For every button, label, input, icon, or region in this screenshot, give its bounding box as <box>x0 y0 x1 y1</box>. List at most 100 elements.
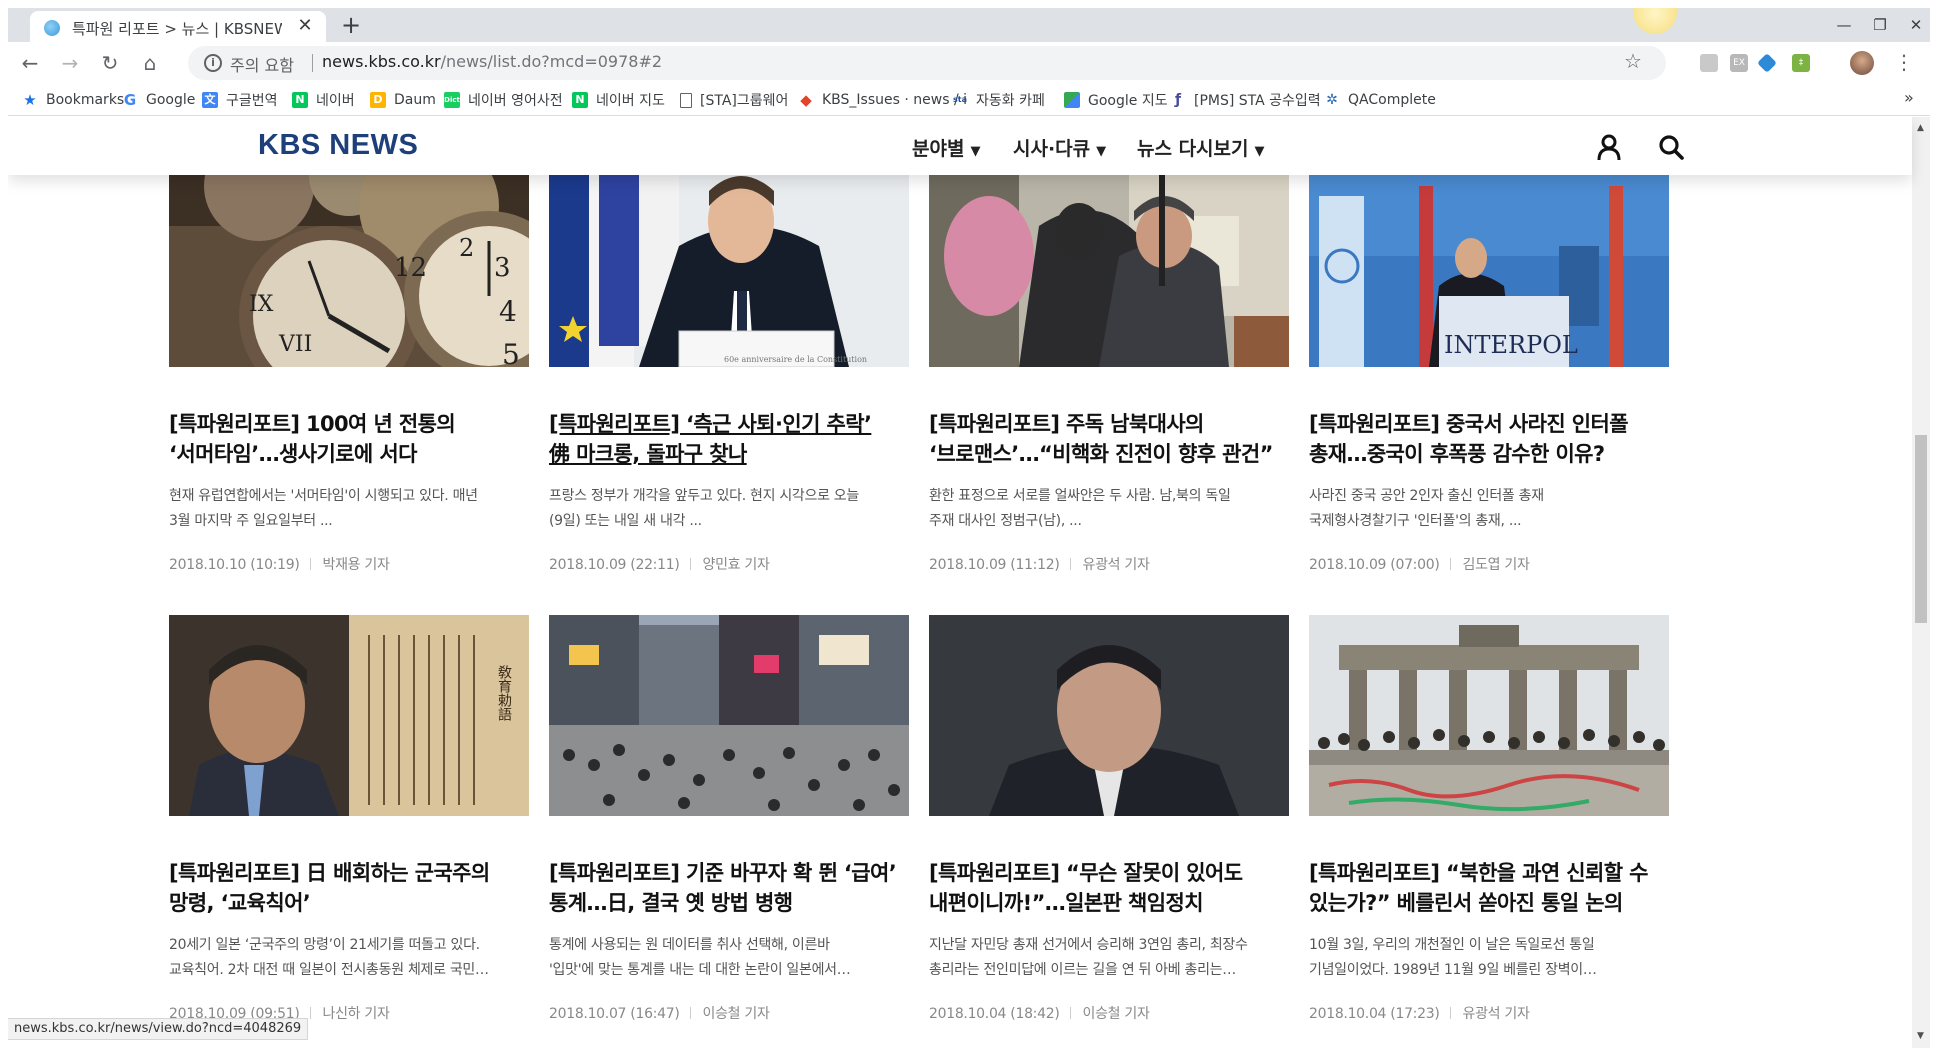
info-icon[interactable]: i <box>204 54 222 72</box>
article-date: 2018.10.04 (17:23) <box>1309 1006 1440 1022</box>
bookmark-item-google[interactable]: G Google <box>122 90 196 110</box>
article-thumbnail-embrace[interactable] <box>929 166 1289 367</box>
article-meta: 2018.10.09 (07:00) 김도엽 기자 <box>1309 554 1530 574</box>
scroll-down-icon[interactable]: ▼ <box>1917 1031 1924 1041</box>
title-line: 佛 마크롱, 돌파구 찾나 <box>549 442 747 466</box>
article-title[interactable]: [특파원리포트] “북한을 과연 신뢰할 수 있는가?” 베를린서 쏟아진 통일 … <box>1309 858 1681 918</box>
nav-current-affairs[interactable]: 시사·다큐 ▼ <box>1013 134 1106 161</box>
google-icon: G <box>123 91 137 109</box>
article-title[interactable]: [특파원리포트] 100여 년 전통의 ‘서머타임’…생사기로에 서다 <box>169 409 541 469</box>
site-header: KBS NEWS 분야별 ▼ 시사·다큐 ▼ 뉴스 다시보기 ▼ <box>8 117 1912 175</box>
article-thumbnail-clocks[interactable]: 12 2 3 4 5 IX VII <box>169 166 529 367</box>
bookmark-item-daum[interactable]: D Daum <box>370 90 436 110</box>
browser-toolbar: ← → ↻ ⌂ i 주의 요함 news.kbs.co.kr/news/list… <box>8 42 1930 84</box>
extension-diamond-icon[interactable] <box>1757 53 1777 73</box>
meta-divider <box>310 558 312 570</box>
user-icon[interactable] <box>1597 134 1621 160</box>
article-date: 2018.10.10 (10:19) <box>169 557 300 573</box>
page-scrollbar[interactable]: ▲ ▼ <box>1912 117 1930 1048</box>
kbs-news-logo[interactable]: KBS NEWS <box>258 129 418 162</box>
url-text[interactable]: news.kbs.co.kr/news/list.do?mcd=0978#2 <box>322 52 662 71</box>
bookmark-star-icon[interactable]: ☆ <box>1624 49 1642 73</box>
address-bar[interactable]: i 주의 요함 news.kbs.co.kr/news/list.do?mcd=… <box>188 46 1666 80</box>
article-summary: 프랑스 정부가 개각을 앞두고 있다. 현지 시각으로 오늘 (9일) 또는 내일… <box>549 484 909 534</box>
svg-text:2: 2 <box>459 234 474 262</box>
bookmarks-overflow-icon[interactable]: » <box>1904 88 1914 107</box>
article-title[interactable]: [특파원리포트] 기준 바꾸자 확 뛴 ‘급여’ 통계…日, 결국 옛 방법 병행 <box>549 858 921 918</box>
article-thumbnail-macron[interactable]: 60e anniversaire de la Constitution <box>549 166 909 367</box>
restore-button[interactable]: ❐ <box>1862 12 1898 38</box>
article-thumbnail-rescript[interactable]: 敎育勅語 <box>169 615 529 816</box>
article-thumbnail-berlin[interactable] <box>1309 615 1669 816</box>
nav-category[interactable]: 분야별 ▼ <box>912 134 980 161</box>
svg-text:4: 4 <box>499 295 517 328</box>
omnibox-divider <box>312 54 313 72</box>
bookmark-item-naver[interactable]: N 네이버 <box>292 90 355 110</box>
article-date: 2018.10.04 (18:42) <box>929 1006 1060 1022</box>
article-title[interactable]: [특파원리포트] 주독 남북대사의 ‘브로맨스’…“비핵화 진전이 향후 관건” <box>929 409 1301 469</box>
bookmark-item-bookmarks[interactable]: ★ Bookmarks <box>22 90 124 110</box>
dict-icon: Dict <box>444 92 460 108</box>
article-title[interactable]: [특파원리포트] 중국서 사라진 인터폴 총재…중국이 후폭풍 감수한 이유? <box>1309 409 1681 469</box>
forward-arrow-icon[interactable]: → <box>56 49 84 77</box>
back-arrow-icon[interactable]: ← <box>16 49 44 77</box>
url-path: /news/list.do?mcd=0978#2 <box>440 52 663 71</box>
security-warning[interactable]: 주의 요함 <box>230 52 294 76</box>
profile-avatar[interactable] <box>1850 51 1874 75</box>
home-icon[interactable]: ⌂ <box>136 49 164 77</box>
article-title[interactable]: [특파원리포트] “무슨 잘못이 있어도 내편이니까!”…일본판 책임정치 <box>929 858 1301 918</box>
bookmark-item-groupware[interactable]: [STA]그룹웨어 <box>680 90 788 110</box>
new-tab-button[interactable]: + <box>338 13 364 37</box>
article-reporter: 김도엽 기자 <box>1462 557 1530 573</box>
extension-ladder-icon[interactable]: ‡ <box>1792 54 1810 72</box>
minimize-button[interactable]: — <box>1826 12 1862 38</box>
image-caption: 60e anniversaire de la Constitution <box>724 355 867 364</box>
search-icon[interactable] <box>1658 134 1684 160</box>
summary-line: 현재 유럽연합에서는 '서머타임'이 시행되고 있다. 매년 <box>169 488 478 504</box>
article-summary: 사라진 중국 공안 2인자 출신 인터폴 총재 국제형사경찰기구 '인터폴'의 총… <box>1309 484 1669 534</box>
summary-line: 통계에 사용되는 원 데이터를 취사 선택해, 이른바 <box>549 937 830 953</box>
article-meta: 2018.10.09 (11:12) 유광석 기자 <box>929 554 1150 574</box>
nav-replay[interactable]: 뉴스 다시보기 ▼ <box>1137 134 1265 161</box>
bookmark-item-naver-map[interactable]: N 네이버 지도 <box>572 90 665 110</box>
meta-divider <box>310 1007 312 1019</box>
bookmark-item-google-maps[interactable]: Google 지도 <box>1064 90 1168 110</box>
nav-label: 분야별 <box>912 138 965 160</box>
bookmark-item-translate[interactable]: 文 구글번역 <box>202 90 278 110</box>
article-date: 2018.10.09 (22:11) <box>549 557 680 573</box>
bookmark-item-qacomplete[interactable]: ✲ QAComplete <box>1324 90 1436 110</box>
naver-icon: N <box>292 92 308 108</box>
bookmark-item-cafe[interactable]: sta 자동화 카페 <box>952 90 1045 110</box>
article-thumbnail-abe[interactable] <box>929 615 1289 816</box>
article-summary: 현재 유럽연합에서는 '서머타임'이 시행되고 있다. 매년 3월 마지막 주 일… <box>169 484 529 534</box>
article-date: 2018.10.09 (11:12) <box>929 557 1060 573</box>
bookmark-item-gitlab[interactable]: ◆ KBS_Issues · news / i <box>798 90 967 110</box>
active-tab[interactable]: 특파원 리포트 > 뉴스 | KBSNEWS ✕ <box>30 11 326 42</box>
close-window-button[interactable]: ✕ <box>1898 12 1934 38</box>
bookmark-item-pms[interactable]: ƒ [PMS] STA 공수입력 <box>1170 90 1321 110</box>
summary-line: 환한 표정으로 서로를 얼싸안은 두 사람. 남,북의 독일 <box>929 488 1231 504</box>
bookmark-label: Daum <box>394 92 436 108</box>
title-line: [특파원리포트] 100여 년 전통의 <box>169 412 456 436</box>
reload-icon[interactable]: ↻ <box>96 49 124 77</box>
article-thumbnail-interpol[interactable]: INTERPOL <box>1309 166 1669 367</box>
decorative-sun-icon <box>1633 8 1677 34</box>
title-line: 통계…日, 결국 옛 방법 병행 <box>549 891 793 915</box>
article-thumbnail-crossing[interactable] <box>549 615 909 816</box>
scrollbar-thumb[interactable] <box>1915 435 1927 623</box>
scroll-up-icon[interactable]: ▲ <box>1917 123 1924 133</box>
tab-title: 특파원 리포트 > 뉴스 | KBSNEWS <box>72 20 282 38</box>
bookmark-label: [PMS] STA 공수입력 <box>1194 93 1321 109</box>
summary-line: 프랑스 정부가 개각을 앞두고 있다. 현지 시각으로 오늘 <box>549 488 859 504</box>
article-title[interactable]: [특파원리포트] 日 배회하는 군국주의 망령, ‘교육칙어’ <box>169 858 541 918</box>
extension-ex-icon[interactable]: EX <box>1730 54 1748 72</box>
extension-screen-icon[interactable] <box>1700 54 1718 72</box>
title-line: [특파원리포트] 기준 바꾸자 확 뛴 ‘급여’ <box>549 861 897 885</box>
article-title[interactable]: [특파원리포트] ‘측근 사퇴·인기 추락’ 佛 마크롱, 돌파구 찾나 <box>549 409 921 469</box>
bookmark-item-english-dict[interactable]: Dict 네이버 영어사전 <box>444 90 563 110</box>
close-tab-icon[interactable]: ✕ <box>294 15 316 37</box>
menu-dots-icon[interactable]: ⋮ <box>1894 50 1914 74</box>
naver-icon: N <box>572 92 588 108</box>
title-line: 내편이니까!”…일본판 책임정치 <box>929 891 1204 915</box>
title-line: 망령, ‘교육칙어’ <box>169 891 311 915</box>
